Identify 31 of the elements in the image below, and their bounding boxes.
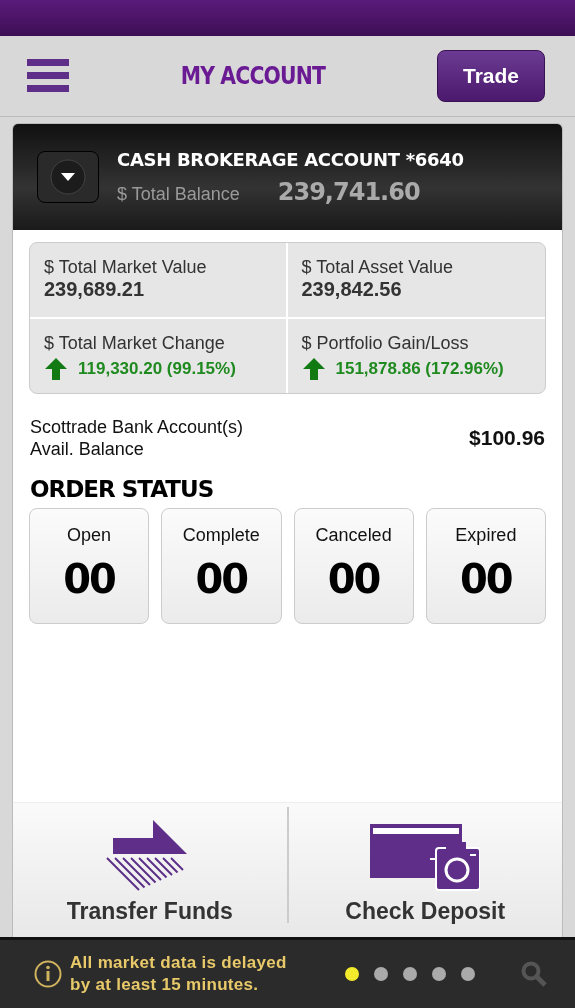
section-title: ORDER STATUS	[30, 476, 215, 502]
delay-notice: All market data is delayed by at least 15 minutes.	[70, 952, 287, 996]
metric-change: 119,330.20 (99.15%)	[78, 359, 236, 379]
info-icon	[34, 960, 62, 988]
balance-label: $ Total Balance	[117, 183, 240, 205]
metric-label: $ Total Market Value	[44, 257, 208, 278]
menu-button[interactable]	[27, 59, 69, 93]
account-name: CASH BROKERAGE ACCOUNT *6640	[117, 148, 464, 170]
metric-change: 151,878.86 (172.96%)	[335, 359, 504, 379]
card-camera-icon	[370, 824, 481, 892]
trade-button[interactable]: Trade	[437, 50, 545, 102]
balance-value: 239,741.60	[277, 177, 420, 206]
order-status-tile[interactable]: Canceled 00	[293, 508, 414, 624]
page-dot[interactable]	[374, 967, 388, 981]
transfer-funds-button[interactable]: Transfer Funds	[13, 803, 287, 937]
page-title: MY ACCOUNT	[180, 62, 326, 90]
metric-label: $ Portfolio Gain/Loss	[301, 333, 470, 354]
page-dot[interactable]	[403, 967, 417, 981]
bank-account-label: Scottrade Bank Account(s) Avail. Balance	[30, 416, 244, 460]
order-status-tile[interactable]: Complete 00	[161, 508, 282, 624]
order-status-tile[interactable]: Expired 00	[425, 508, 546, 624]
order-status-tile[interactable]: Open 00	[29, 508, 150, 624]
metric-value: 239,689.21	[44, 278, 146, 301]
check-deposit-button[interactable]: Check Deposit	[288, 803, 562, 937]
page-dot[interactable]	[345, 967, 359, 981]
page-dot[interactable]	[432, 967, 446, 981]
metric-label: $ Total Market Change	[44, 333, 226, 354]
bank-balance: $100.96	[469, 426, 545, 450]
page-dot[interactable]	[461, 967, 475, 981]
metric-label: $ Total Asset Value	[301, 257, 454, 278]
metric-value: 239,842.56	[301, 278, 403, 301]
